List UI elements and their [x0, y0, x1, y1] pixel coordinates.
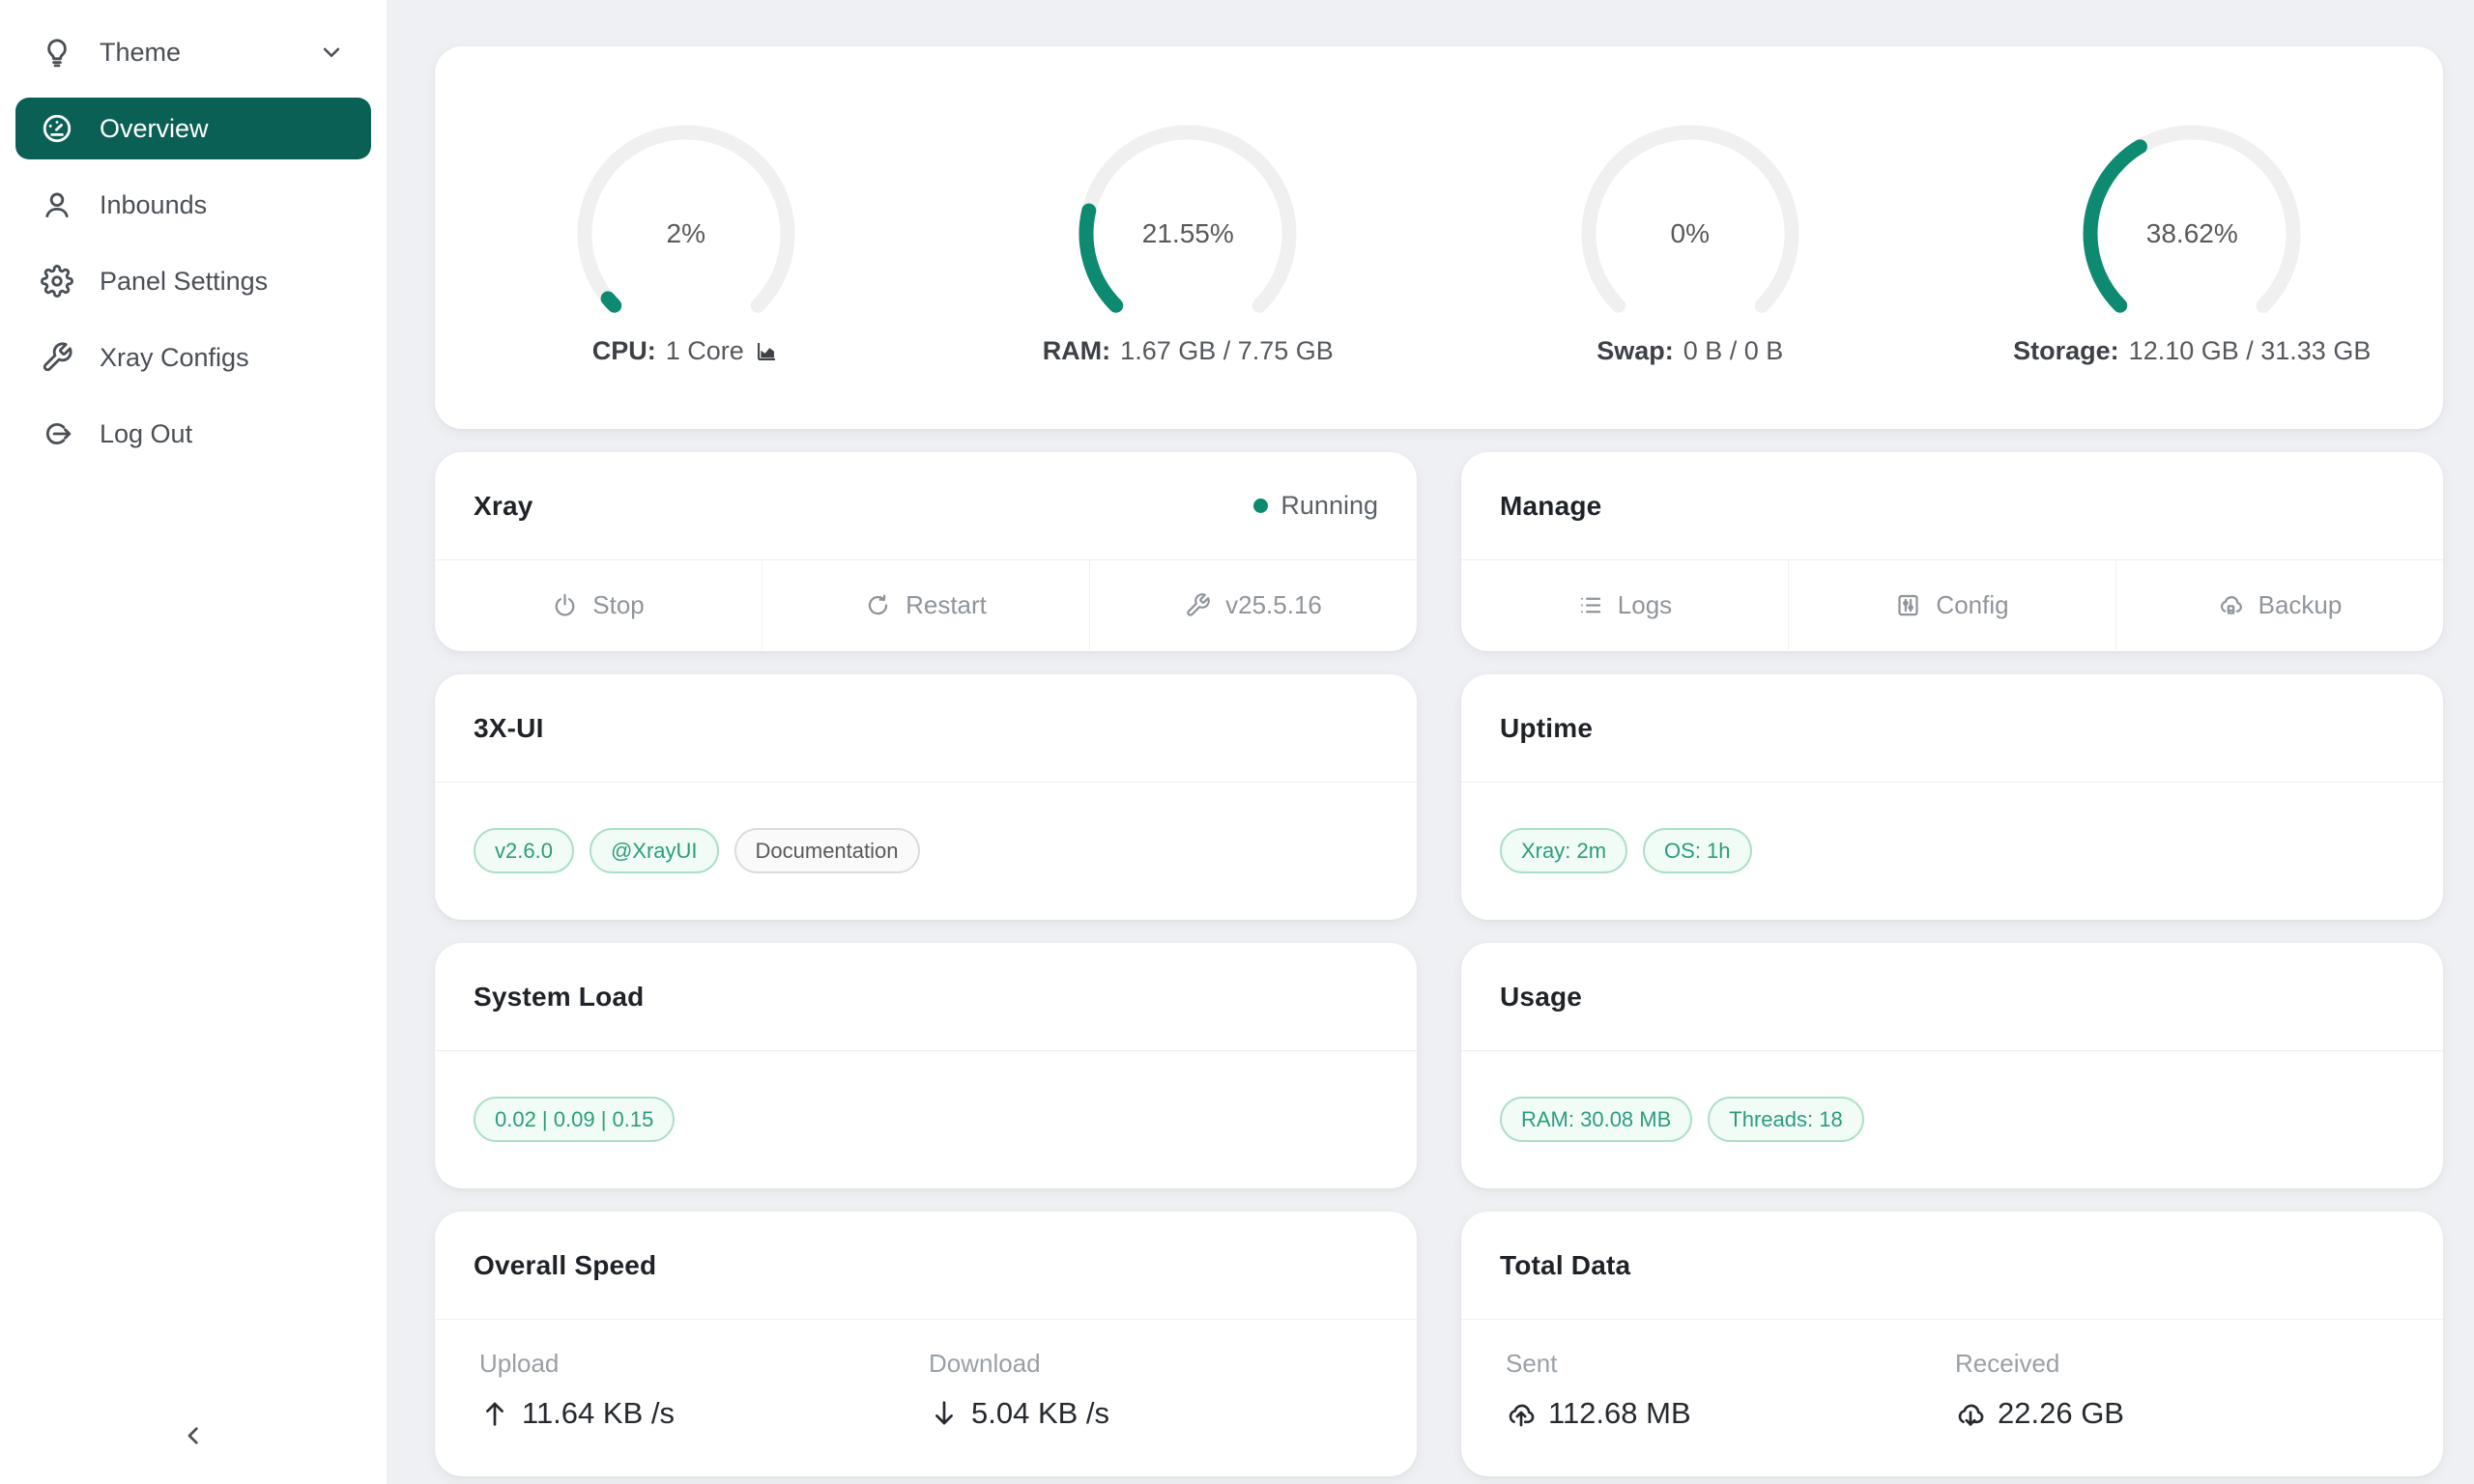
sidebar-item-theme[interactable]: Theme — [15, 21, 371, 83]
swap-label: Swap: 0 B / 0 B — [1597, 336, 1783, 366]
logout-icon — [41, 417, 73, 450]
sidebar-item-label: Panel Settings — [100, 267, 268, 297]
chevron-left-icon — [178, 1420, 209, 1451]
xui-card-title: 3X-UI — [474, 713, 544, 744]
xray-status-badge: Running — [1253, 491, 1378, 521]
sidebar-item-label: Log Out — [100, 419, 192, 449]
system-stats-card: 2% CPU: 1 Core 21.55% — [435, 46, 2443, 429]
gauge-storage: 38.62% Storage: 12.10 GB / 31.33 GB — [1942, 46, 2444, 429]
arrow-up-icon — [479, 1398, 510, 1429]
documentation-tag[interactable]: Documentation — [734, 828, 920, 873]
cloud-backup-icon — [2218, 592, 2244, 618]
system-load-card: System Load 0.02 | 0.09 | 0.15 — [435, 943, 1417, 1188]
overall-speed-card: Overall Speed Upload 11.64 KB /s Downloa… — [435, 1212, 1417, 1476]
logs-button[interactable]: Logs — [1461, 560, 1788, 650]
uptime-card: Uptime Xray: 2m OS: 1h — [1461, 674, 2443, 920]
ram-label: RAM: 1.67 GB / 7.75 GB — [1043, 336, 1334, 366]
upload-value: 11.64 KB /s — [522, 1396, 675, 1431]
sidebar-item-log-out[interactable]: Log Out — [15, 403, 371, 465]
wrench-icon — [1185, 592, 1211, 618]
backup-button[interactable]: Backup — [2115, 560, 2443, 650]
sidebar-item-label: Overview — [100, 114, 209, 144]
power-icon — [552, 592, 578, 618]
usage-card-title: Usage — [1500, 982, 1582, 1013]
uptime-card-title: Uptime — [1500, 713, 1593, 744]
total-data-card: Total Data Sent 112.68 MB Received — [1461, 1212, 2443, 1476]
running-status-dot — [1253, 499, 1268, 513]
storage-label: Storage: 12.10 GB / 31.33 GB — [2013, 336, 2371, 366]
download-value: 5.04 KB /s — [971, 1396, 1109, 1431]
manage-card: Manage Logs — [1461, 452, 2443, 651]
storage-percent: 38.62% — [2146, 218, 2238, 249]
sent-metric: Sent 112.68 MB — [1506, 1349, 1955, 1431]
ram-usage-tag: RAM: 30.08 MB — [1500, 1097, 1692, 1142]
dashboard-gauge-icon — [41, 112, 73, 145]
sidebar-item-label: Xray Configs — [100, 343, 249, 373]
sent-label: Sent — [1506, 1349, 1955, 1379]
gauge-swap: 0% Swap: 0 B / 0 B — [1439, 46, 1942, 429]
sidebar-item-label: Inbounds — [100, 190, 207, 220]
main-content: 2% CPU: 1 Core 21.55% — [387, 0, 2474, 1484]
system-load-card-title: System Load — [474, 982, 644, 1013]
xray-stop-button[interactable]: Stop — [435, 560, 762, 650]
download-metric: Download 5.04 KB /s — [929, 1349, 1378, 1431]
running-status-label: Running — [1280, 491, 1378, 521]
version-tag[interactable]: v2.6.0 — [474, 828, 574, 873]
sliders-icon — [1895, 592, 1921, 618]
xray-card: Xray Running Stop — [435, 452, 1417, 651]
lightbulb-icon — [41, 36, 73, 69]
sidebar-item-inbounds[interactable]: Inbounds — [15, 174, 371, 236]
received-value: 22.26 GB — [1998, 1396, 2124, 1431]
arrow-down-icon — [929, 1398, 960, 1429]
upload-metric: Upload 11.64 KB /s — [479, 1349, 929, 1431]
sidebar-collapse-button[interactable] — [170, 1413, 216, 1459]
config-button[interactable]: Config — [1788, 560, 2115, 650]
user-icon — [41, 188, 73, 221]
sidebar-item-overview[interactable]: Overview — [15, 98, 371, 159]
cpu-percent: 2% — [667, 218, 705, 249]
gauge-ram: 21.55% RAM: 1.67 GB / 7.75 GB — [937, 46, 1440, 429]
cloud-upload-icon — [1506, 1398, 1537, 1429]
received-metric: Received 22.26 GB — [1955, 1349, 2404, 1431]
sidebar: Theme Overview Inbounds Panel Settings — [0, 0, 387, 1484]
telegram-tag[interactable]: @XrayUI — [590, 828, 719, 873]
xray-uptime-tag: Xray: 2m — [1500, 828, 1627, 873]
gear-icon — [41, 265, 73, 298]
sidebar-item-xray-configs[interactable]: Xray Configs — [15, 327, 371, 388]
ram-percent: 21.55% — [1142, 218, 1234, 249]
load-average-tag: 0.02 | 0.09 | 0.15 — [474, 1097, 675, 1142]
xui-card: 3X-UI v2.6.0 @XrayUI Documentation — [435, 674, 1417, 920]
sidebar-item-label: Theme — [100, 38, 181, 68]
download-label: Download — [929, 1349, 1378, 1379]
xray-card-title: Xray — [474, 491, 533, 522]
os-uptime-tag: OS: 1h — [1643, 828, 1751, 873]
swap-percent: 0% — [1671, 218, 1710, 249]
list-icon — [1577, 592, 1603, 618]
cpu-label: CPU: 1 Core — [592, 336, 780, 366]
overall-speed-title: Overall Speed — [474, 1250, 656, 1281]
total-data-title: Total Data — [1500, 1250, 1630, 1281]
upload-label: Upload — [479, 1349, 929, 1379]
sidebar-item-panel-settings[interactable]: Panel Settings — [15, 250, 371, 312]
area-chart-icon[interactable] — [754, 338, 780, 364]
received-label: Received — [1955, 1349, 2404, 1379]
manage-card-title: Manage — [1500, 491, 1601, 522]
sidebar-footer — [15, 1413, 371, 1459]
restart-icon — [865, 592, 891, 618]
gauge-cpu: 2% CPU: 1 Core — [435, 46, 937, 429]
xray-restart-button[interactable]: Restart — [762, 560, 1089, 650]
threads-tag: Threads: 18 — [1708, 1097, 1863, 1142]
usage-card: Usage RAM: 30.08 MB Threads: 18 — [1461, 943, 2443, 1188]
sent-value: 112.68 MB — [1548, 1396, 1691, 1431]
xray-version-button[interactable]: v25.5.16 — [1089, 560, 1417, 650]
chevron-down-icon — [317, 38, 346, 67]
cloud-download-icon — [1955, 1398, 1986, 1429]
wrench-icon — [41, 341, 73, 374]
